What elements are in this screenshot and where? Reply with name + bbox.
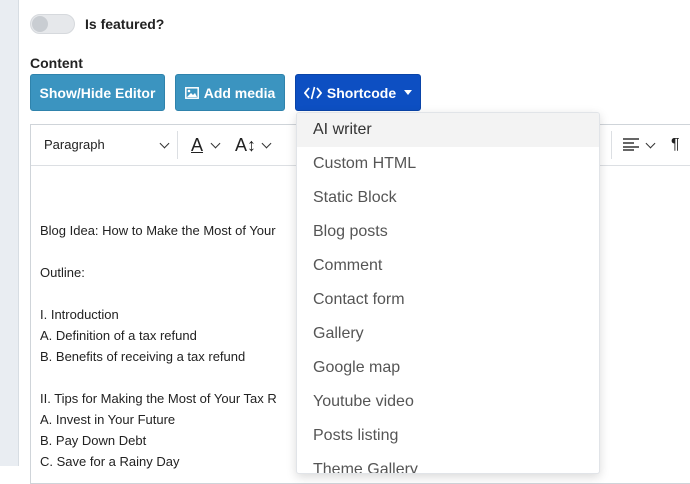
menu-item-comment[interactable]: Comment [297, 249, 599, 283]
toggle-knob [32, 16, 48, 32]
toolbar-divider [177, 131, 178, 159]
editor-line: B. Benefits of receiving a tax refund [40, 349, 246, 364]
shortcode-button[interactable]: Shortcode [295, 74, 421, 111]
chevron-down-icon [645, 138, 656, 148]
editor-line: B. Pay Down Debt [40, 433, 147, 448]
text-color-icon: A [191, 134, 204, 155]
chevron-down-icon [210, 138, 221, 148]
editor-line: A. Definition of a tax refund [40, 328, 197, 343]
editor-line: I. Introduction [40, 307, 119, 322]
align-left-icon [623, 135, 639, 156]
chevron-down-icon [261, 138, 272, 148]
editor-line: II. Tips for Making the Most of Your Tax… [40, 391, 277, 406]
featured-toggle[interactable] [30, 14, 75, 34]
pilcrow-icon: ¶ [671, 136, 680, 153]
menu-item-contact-form[interactable]: Contact form [297, 283, 599, 317]
left-sidebar-edge [0, 0, 19, 466]
menu-item-posts-listing[interactable]: Posts listing [297, 419, 599, 453]
paragraph-format-select[interactable]: Paragraph [32, 126, 174, 163]
content-label: Content [30, 55, 83, 71]
shortcode-label: Shortcode [326, 84, 397, 101]
paragraph-format-label: Paragraph [44, 137, 105, 152]
paragraph-direction-button[interactable]: ¶ [671, 133, 680, 157]
image-icon [184, 86, 199, 99]
menu-item-youtube-video[interactable]: Youtube video [297, 385, 599, 419]
font-size-icon: A↕ [235, 134, 257, 155]
menu-item-ai-writer[interactable]: AI writer [297, 113, 599, 147]
menu-item-google-map[interactable]: Google map [297, 351, 599, 385]
menu-item-blog-posts[interactable]: Blog posts [297, 215, 599, 249]
featured-label: Is featured? [85, 16, 165, 32]
align-button[interactable] [623, 133, 656, 157]
editor-line: A. Invest in Your Future [40, 412, 176, 427]
font-size-button[interactable]: A↕ [235, 133, 272, 157]
menu-item-theme-gallery[interactable]: Theme Gallery [297, 453, 599, 473]
menu-item-custom-html[interactable]: Custom HTML [297, 147, 599, 181]
add-media-button[interactable]: Add media [175, 74, 285, 111]
show-hide-editor-label: Show/Hide Editor [39, 84, 156, 101]
toolbar-divider [611, 131, 612, 159]
shortcode-dropdown-menu: AI writer Custom HTML Static Block Blog pos… [296, 112, 600, 474]
editor-line: Blog Idea: How to Make the Most of Your [40, 223, 276, 238]
editor-line: Outline: [40, 265, 85, 280]
menu-item-gallery[interactable]: Gallery [297, 317, 599, 351]
chevron-down-icon [159, 138, 170, 149]
add-media-label: Add media [203, 84, 276, 101]
menu-item-static-block[interactable]: Static Block [297, 181, 599, 215]
editor-line: C. Save for a Rainy Day [40, 454, 180, 469]
code-icon [303, 86, 322, 100]
caret-down-icon [404, 90, 413, 95]
editor-content[interactable]: Blog Idea: How to Make the Most of Your O… [40, 220, 277, 472]
show-hide-editor-button[interactable]: Show/Hide Editor [30, 74, 165, 111]
text-color-button[interactable]: A [191, 133, 221, 157]
